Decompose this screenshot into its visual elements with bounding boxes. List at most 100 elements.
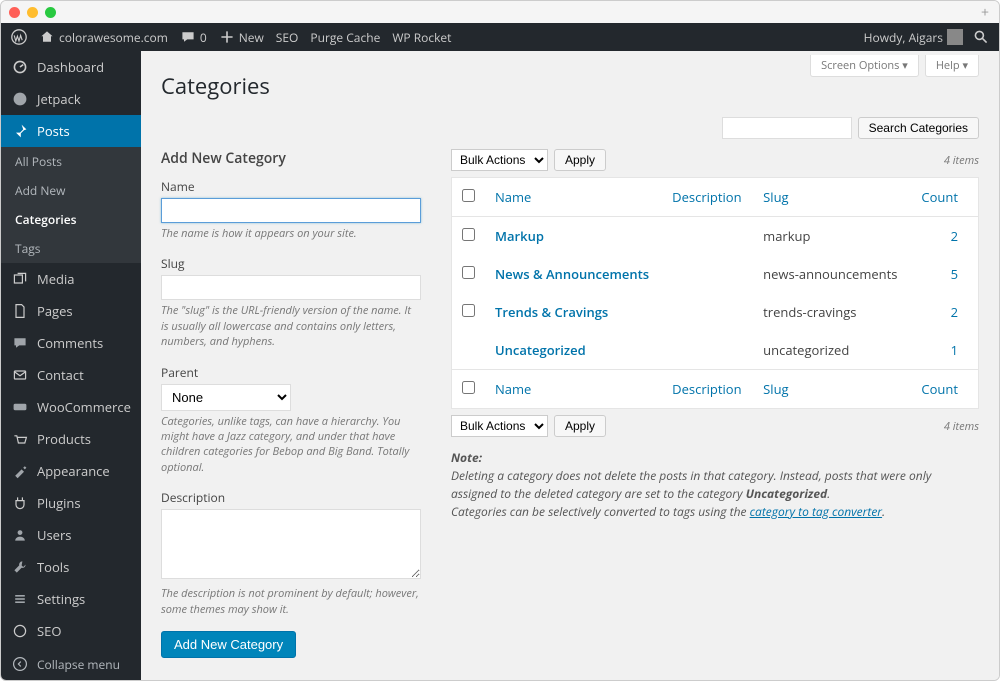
table-row: Uncategorized uncategorized 1 bbox=[452, 331, 979, 370]
count-link[interactable]: 1 bbox=[951, 341, 958, 359]
table-row: Trends & Cravings trends-cravings 2 bbox=[452, 293, 979, 331]
desc-help: The description is not prominent by defa… bbox=[161, 586, 421, 617]
howdy-link[interactable]: Howdy, Aigars bbox=[864, 29, 963, 46]
admin-bar: colorawesome.com 0 New SEO Purge Cache W… bbox=[1, 23, 999, 51]
category-description-input[interactable] bbox=[161, 509, 421, 579]
menu-settings[interactable]: Settings bbox=[1, 583, 141, 615]
avatar-icon bbox=[947, 29, 963, 45]
col-count[interactable]: Count bbox=[910, 178, 978, 217]
row-checkbox[interactable] bbox=[462, 228, 475, 241]
apply-bottom-button[interactable]: Apply bbox=[554, 415, 606, 437]
add-category-button[interactable]: Add New Category bbox=[161, 631, 296, 658]
items-count-bottom: 4 items bbox=[944, 419, 979, 434]
search-toggle[interactable] bbox=[973, 29, 989, 45]
collapse-menu[interactable]: Collapse menu bbox=[1, 647, 141, 680]
submenu-categories[interactable]: Categories bbox=[1, 205, 141, 234]
col-slug-foot[interactable]: Slug bbox=[753, 370, 910, 409]
collapse-icon bbox=[11, 655, 29, 673]
menu-jetpack[interactable]: Jetpack bbox=[1, 83, 141, 115]
menu-woocommerce[interactable]: WooCommerce bbox=[1, 391, 141, 423]
select-all-top[interactable] bbox=[462, 189, 475, 202]
category-search-input[interactable] bbox=[722, 117, 852, 139]
row-checkbox[interactable] bbox=[462, 304, 475, 317]
dashboard-icon bbox=[11, 58, 29, 76]
minimize-window-icon[interactable] bbox=[27, 7, 38, 18]
jetpack-icon bbox=[11, 90, 29, 108]
pages-icon bbox=[11, 302, 29, 320]
row-desc bbox=[662, 255, 753, 293]
comments-count: 0 bbox=[200, 29, 207, 46]
purge-link[interactable]: Purge Cache bbox=[310, 29, 380, 46]
table-row: Markup markup 2 bbox=[452, 217, 979, 256]
submenu-tags[interactable]: Tags bbox=[1, 234, 141, 263]
row-slug: markup bbox=[753, 217, 910, 256]
menu-comments[interactable]: Comments bbox=[1, 327, 141, 359]
parent-help: Categories, unlike tags, can have a hier… bbox=[161, 414, 421, 476]
select-all-bottom[interactable] bbox=[462, 381, 475, 394]
category-link[interactable]: Uncategorized bbox=[495, 341, 586, 359]
zoom-window-icon[interactable] bbox=[45, 7, 56, 18]
count-link[interactable]: 5 bbox=[951, 265, 958, 283]
menu-users[interactable]: Users bbox=[1, 519, 141, 551]
media-icon bbox=[11, 270, 29, 288]
row-slug: news-announcements bbox=[753, 255, 910, 293]
bulk-actions-top[interactable]: Bulk Actions bbox=[451, 149, 548, 171]
cat-to-tag-link[interactable]: category to tag converter bbox=[750, 503, 882, 520]
comments-link[interactable]: 0 bbox=[180, 29, 207, 46]
screen-options-tab[interactable]: Screen Options ▾ bbox=[810, 55, 919, 77]
menu-appearance[interactable]: Appearance bbox=[1, 455, 141, 487]
new-tab-icon[interactable]: + bbox=[981, 3, 989, 22]
submenu-all-posts[interactable]: All Posts bbox=[1, 147, 141, 176]
category-name-input[interactable] bbox=[161, 198, 421, 223]
howdy-text: Howdy, Aigars bbox=[864, 29, 943, 46]
col-slug[interactable]: Slug bbox=[753, 178, 910, 217]
col-name-foot[interactable]: Name bbox=[485, 370, 662, 409]
menu-posts[interactable]: Posts bbox=[1, 115, 141, 147]
apply-top-button[interactable]: Apply bbox=[554, 149, 606, 171]
rocket-link[interactable]: WP Rocket bbox=[392, 29, 451, 46]
col-name[interactable]: Name bbox=[485, 178, 662, 217]
menu-seo[interactable]: SEO bbox=[1, 615, 141, 647]
table-row: News & Announcements news-announcements … bbox=[452, 255, 979, 293]
category-link[interactable]: News & Announcements bbox=[495, 265, 649, 283]
submenu-add-new[interactable]: Add New bbox=[1, 176, 141, 205]
woo-icon bbox=[11, 398, 29, 416]
slug-label: Slug bbox=[161, 255, 421, 272]
col-count-foot[interactable]: Count bbox=[910, 370, 978, 409]
window-titlebar: + bbox=[1, 1, 999, 23]
category-parent-select[interactable]: None bbox=[161, 384, 291, 411]
close-window-icon[interactable] bbox=[9, 7, 20, 18]
category-link[interactable]: Trends & Cravings bbox=[495, 303, 608, 321]
count-link[interactable]: 2 bbox=[951, 303, 958, 321]
menu-contact[interactable]: Contact bbox=[1, 359, 141, 391]
col-desc[interactable]: Description bbox=[662, 178, 753, 217]
slug-help: The "slug" is the URL-friendly version o… bbox=[161, 303, 421, 349]
menu-plugins[interactable]: Plugins bbox=[1, 487, 141, 519]
new-link[interactable]: New bbox=[219, 29, 264, 46]
settings-icon bbox=[11, 590, 29, 608]
row-slug: trends-cravings bbox=[753, 293, 910, 331]
contact-icon bbox=[11, 366, 29, 384]
bulk-actions-bottom[interactable]: Bulk Actions bbox=[451, 415, 548, 437]
desc-label: Description bbox=[161, 489, 421, 506]
menu-products[interactable]: Products bbox=[1, 423, 141, 455]
delete-note: Note: Deleting a category does not delet… bbox=[451, 449, 979, 521]
site-link[interactable]: colorawesome.com bbox=[39, 29, 168, 46]
menu-pages[interactable]: Pages bbox=[1, 295, 141, 327]
category-link[interactable]: Markup bbox=[495, 227, 544, 245]
wp-logo-icon[interactable] bbox=[11, 29, 27, 45]
help-tab[interactable]: Help ▾ bbox=[925, 55, 979, 77]
menu-dashboard[interactable]: Dashboard bbox=[1, 51, 141, 83]
row-desc bbox=[662, 331, 753, 370]
seo-link[interactable]: SEO bbox=[276, 29, 299, 46]
search-categories-button[interactable]: Search Categories bbox=[858, 117, 979, 139]
parent-label: Parent bbox=[161, 364, 421, 381]
menu-media[interactable]: Media bbox=[1, 263, 141, 295]
row-checkbox[interactable] bbox=[462, 266, 475, 279]
site-name: colorawesome.com bbox=[59, 29, 168, 46]
col-desc-foot[interactable]: Description bbox=[662, 370, 753, 409]
users-icon bbox=[11, 526, 29, 544]
category-slug-input[interactable] bbox=[161, 275, 421, 300]
count-link[interactable]: 2 bbox=[951, 227, 958, 245]
menu-tools[interactable]: Tools bbox=[1, 551, 141, 583]
